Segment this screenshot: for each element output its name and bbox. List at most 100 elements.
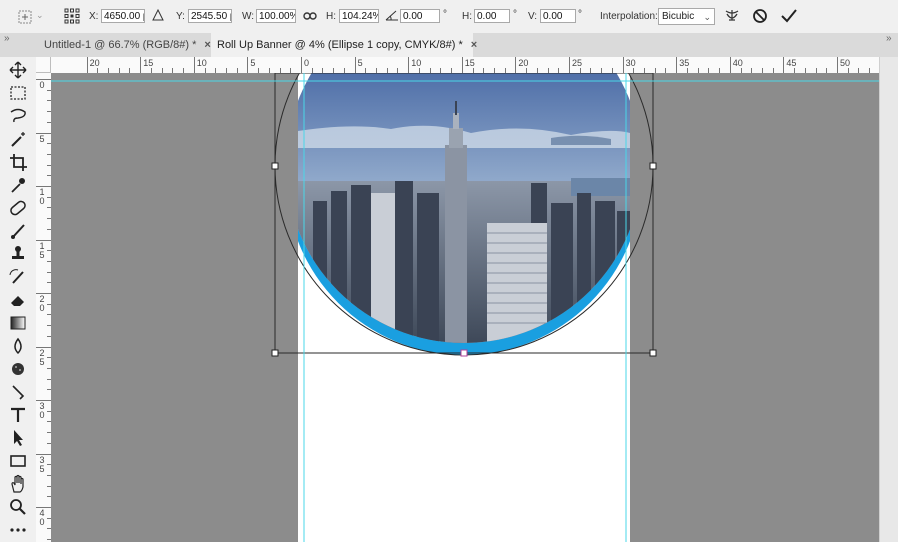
ruler-major-tick <box>193 57 195 73</box>
skew-h-label: H: <box>462 11 472 22</box>
commit-transform-icon[interactable] <box>780 7 798 28</box>
rotate-field[interactable]: 0.00 <box>400 9 440 23</box>
lasso-tool-icon[interactable] <box>6 106 30 126</box>
w-label: W: <box>242 11 255 22</box>
cancel-transform-icon[interactable] <box>752 8 768 27</box>
ruler-major-tick <box>301 57 302 73</box>
ruler-label: 10 <box>411 58 422 68</box>
interpolation-select[interactable]: Bicubic ⌄ <box>658 8 715 25</box>
horizontal-ruler[interactable]: 20 15 10 5 0 5 10 15 20 25 30 35 40 45 50 <box>51 57 879 74</box>
ruler-major-tick <box>36 79 51 80</box>
pen-icon[interactable] <box>6 382 30 402</box>
ruler-label: 30 <box>625 58 636 68</box>
tab-label: Roll Up Banner @ 4% (Ellipse 1 copy, CMY… <box>217 39 463 51</box>
height-field[interactable]: 104.24% <box>339 9 379 23</box>
ruler-label: 20 <box>518 58 529 68</box>
tab-untitled-1[interactable]: Untitled-1 @ 66.7% (RGB/8#) * × <box>38 33 217 57</box>
ruler-label: 25 <box>572 58 583 68</box>
tool-preset-chevron-icon[interactable]: ⌄ <box>36 10 44 21</box>
ruler-major-tick <box>36 132 51 134</box>
move-tool-icon[interactable] <box>6 60 30 80</box>
reference-point-icon[interactable] <box>64 8 80 27</box>
document-canvas[interactable] <box>51 73 879 542</box>
ruler-major-tick <box>36 346 51 348</box>
ruler-major-tick <box>36 400 51 401</box>
y-label: Y: <box>176 11 185 22</box>
tools-panel <box>0 57 37 542</box>
ruler-label: 1 5 <box>39 240 45 260</box>
x-field[interactable]: 4650.00 px <box>101 9 145 23</box>
skew-h-field[interactable]: 0.00 <box>474 9 510 23</box>
y-field[interactable]: 2545.50 px <box>188 9 232 23</box>
skew-v-label: V: <box>528 11 538 22</box>
vertical-ruler[interactable]: 0 5 1 0 1 5 2 0 2 5 3 0 3 5 4 0 <box>36 73 52 542</box>
right-panel-strip <box>879 57 898 542</box>
history-brush-icon[interactable] <box>6 267 30 287</box>
path-select-icon[interactable] <box>6 428 30 448</box>
stamp-icon[interactable] <box>6 244 30 264</box>
ruler-major-tick <box>86 57 88 73</box>
close-icon[interactable]: × <box>471 39 477 51</box>
ruler-label: 50 <box>840 58 851 68</box>
ruler-label: 20 <box>89 58 100 68</box>
ruler-major-tick <box>36 453 51 455</box>
ruler-major-tick <box>676 57 678 73</box>
ruler-label: 3 0 <box>39 401 45 420</box>
ruler-label: 0 <box>39 80 45 90</box>
ruler-corner <box>36 57 51 73</box>
skew-v-degree-unit: ° <box>578 9 582 20</box>
type-icon[interactable] <box>6 405 30 425</box>
sponge-icon[interactable] <box>6 359 30 379</box>
ruler-major-tick <box>36 239 51 241</box>
ruler-label: 5 <box>250 58 256 68</box>
more-tools-icon[interactable] <box>6 520 30 540</box>
ruler-label: 15 <box>143 58 154 68</box>
marquee-tool-icon[interactable] <box>6 83 30 103</box>
transform-tool-icon[interactable] <box>18 10 32 27</box>
crop-tool-icon[interactable] <box>6 152 30 172</box>
hand-icon[interactable] <box>6 474 30 494</box>
options-bar: ⌄ X: 4650.00 px Y: 2545.50 px W: 100.00%… <box>0 0 898 34</box>
link-icon[interactable] <box>303 10 317 25</box>
interpolation-value: Bicubic <box>662 11 695 22</box>
rectangle-icon[interactable] <box>6 451 30 471</box>
ruler-major-tick <box>837 57 838 73</box>
document-tab-bar: » » Untitled-1 @ 66.7% (RGB/8#) * × Roll … <box>0 33 898 57</box>
rotate-degree-unit: ° <box>443 9 447 20</box>
ruler-major-tick <box>408 57 410 73</box>
ruler-major-tick <box>354 57 356 73</box>
width-field[interactable]: 100.00% <box>256 9 296 23</box>
healing-brush-icon[interactable] <box>6 198 30 218</box>
ruler-major-tick <box>247 57 249 73</box>
ruler-label: 45 <box>786 58 797 68</box>
ruler-label: 3 5 <box>39 454 45 474</box>
brush-icon[interactable] <box>6 221 30 241</box>
canvas-area[interactable] <box>51 73 879 542</box>
ruler-label: 40 <box>732 58 743 68</box>
interpolation-label: Interpolation: <box>600 11 658 22</box>
ruler-label: 2 0 <box>39 294 45 313</box>
gradient-icon[interactable] <box>6 313 30 333</box>
magic-wand-icon[interactable] <box>6 129 30 149</box>
close-icon[interactable]: × <box>204 39 210 51</box>
ruler-major-tick <box>622 57 624 73</box>
warp-mode-icon[interactable] <box>724 8 740 27</box>
ruler-major-tick <box>729 57 731 73</box>
rotate-angle-icon <box>385 9 399 24</box>
zoom-icon[interactable] <box>6 497 30 517</box>
ruler-major-tick <box>36 186 51 187</box>
ruler-label: 2 5 <box>39 347 45 367</box>
eyedropper-icon[interactable] <box>6 175 30 195</box>
ruler-label: 5 <box>39 133 45 144</box>
toolbar-collapse-icon[interactable]: » <box>4 33 10 44</box>
panel-collapse-icon[interactable]: » <box>886 33 892 44</box>
h-label: H: <box>326 11 336 22</box>
ruler-major-tick <box>140 57 142 73</box>
eraser-icon[interactable] <box>6 290 30 310</box>
relative-position-icon[interactable] <box>152 8 164 24</box>
skew-v-field[interactable]: 0.00 <box>540 9 576 23</box>
ruler-major-tick <box>569 57 570 73</box>
ruler-major-tick <box>783 57 785 73</box>
blur-icon[interactable] <box>6 336 30 356</box>
tab-roll-up-banner[interactable]: Roll Up Banner @ 4% (Ellipse 1 copy, CMY… <box>211 33 477 57</box>
